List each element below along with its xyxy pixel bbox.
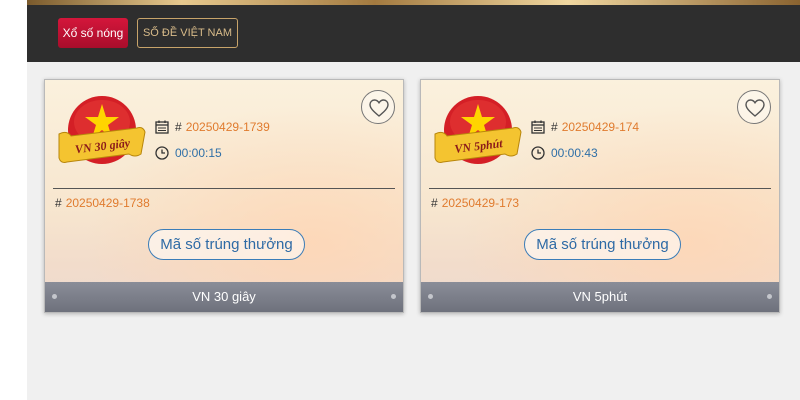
winning-numbers-button[interactable]: Mã số trúng thưởng [524, 229, 681, 260]
game-card-vn30[interactable]: VN 30 giây # 20250429-1739 00:00:15 # 20… [44, 79, 404, 313]
previous-issue: #20250429-173 [431, 196, 519, 210]
divider [429, 188, 771, 189]
favorite-button[interactable] [737, 90, 771, 124]
previous-issue-number: 20250429-1738 [65, 196, 150, 210]
hash-symbol: # [431, 196, 438, 210]
card-footer: VN 5phút [421, 282, 779, 312]
vietnam-flag-logo: VN 30 giây [58, 96, 146, 164]
previous-issue-number: 20250429-173 [441, 196, 520, 210]
heart-icon [745, 99, 765, 117]
previous-issue: #20250429-1738 [55, 196, 150, 210]
current-issue-row: # 20250429-174 [531, 120, 639, 134]
game-name: VN 5phút [572, 289, 628, 304]
countdown-timer: 00:00:43 [551, 146, 598, 160]
hash-symbol: # [551, 120, 558, 134]
favorite-button[interactable] [361, 90, 395, 124]
footer-dot [52, 294, 57, 299]
current-issue-number: 20250429-1739 [185, 120, 270, 134]
countdown-timer: 00:00:15 [175, 146, 222, 160]
calendar-icon [155, 120, 169, 134]
card-footer: VN 30 giây [45, 282, 403, 312]
current-issue-number: 20250429-174 [561, 120, 640, 134]
footer-dot [391, 294, 396, 299]
tab-hot-lottery[interactable]: Xổ số nóng [58, 18, 128, 48]
vietnam-flag-logo: VN 5phút [434, 96, 522, 164]
heart-icon [369, 99, 389, 117]
game-name: VN 30 giây [192, 289, 256, 304]
current-issue-row: # 20250429-1739 [155, 120, 270, 134]
clock-icon [155, 146, 169, 160]
hash-symbol: # [175, 120, 182, 134]
gold-border [27, 0, 800, 5]
calendar-icon [531, 120, 545, 134]
divider [53, 188, 395, 189]
hash-symbol: # [55, 196, 62, 210]
top-navigation-bar: Xổ số nóng SỐ ĐỀ VIỆT NAM [27, 0, 800, 62]
countdown-row: 00:00:15 [155, 146, 222, 160]
countdown-row: 00:00:43 [531, 146, 598, 160]
left-margin [0, 0, 27, 400]
footer-dot [428, 294, 433, 299]
winning-numbers-button[interactable]: Mã số trúng thưởng [148, 229, 305, 260]
tab-vietnam-numbers[interactable]: SỐ ĐỀ VIỆT NAM [137, 18, 238, 48]
game-list: VN 30 giây # 20250429-1739 00:00:15 # 20… [27, 62, 800, 400]
game-card-vn5[interactable]: VN 5phút # 20250429-174 00:00:43 # 20250… [420, 79, 780, 313]
clock-icon [531, 146, 545, 160]
footer-dot [767, 294, 772, 299]
